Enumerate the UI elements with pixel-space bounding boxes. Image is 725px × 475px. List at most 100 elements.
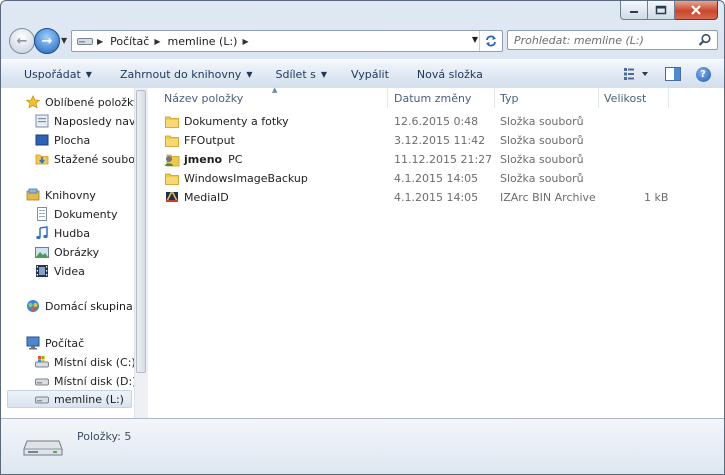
search-box[interactable] bbox=[507, 30, 718, 50]
file-row[interactable]: WindowsImageBackup 4.1.2015 14:05 Složka… bbox=[148, 169, 724, 187]
sidebar-item-label: Naposledy navští bbox=[54, 114, 134, 128]
sidebar-item-drive-c[interactable]: Místní disk (C:) bbox=[34, 353, 134, 371]
izarc-archive-icon bbox=[164, 189, 180, 205]
address-history-dropdown[interactable]: ▼ bbox=[472, 35, 478, 44]
share-label: Sdílet s bbox=[275, 67, 316, 81]
folder-icon bbox=[164, 132, 180, 148]
file-type: Složka souborů bbox=[500, 152, 584, 166]
command-bar: Uspořádat ▼ Zahrnout do knihovny ▼ Sdílet … bbox=[1, 59, 724, 89]
navigation-scrollbar[interactable] bbox=[134, 88, 148, 418]
file-row[interactable]: jmeno PC 11.12.2015 21:27 Složka souborů bbox=[148, 150, 724, 168]
sidebar-item-label: Stažené soubory bbox=[54, 152, 134, 166]
sidebar-item-memline[interactable]: memline (L:) bbox=[7, 390, 132, 408]
file-name-cell: jmeno PC bbox=[164, 150, 242, 168]
refresh-button[interactable] bbox=[479, 31, 502, 51]
sidebar-item-label: Obrázky bbox=[54, 245, 100, 259]
share-with-button[interactable]: Sdílet s ▼ bbox=[269, 63, 333, 85]
include-in-library-button[interactable]: Zahrnout do knihovny ▼ bbox=[114, 63, 259, 85]
file-date: 11.12.2015 21:27 bbox=[394, 152, 493, 166]
drive-large-icon bbox=[23, 440, 63, 456]
address-bar[interactable]: ▶ Počítač ▶ memline (L:) ▶ ▼ bbox=[71, 30, 503, 52]
sidebar-computer-label: Počítač bbox=[45, 336, 85, 350]
sidebar-item-pictures[interactable]: Obrázky bbox=[34, 243, 99, 261]
new-folder-button[interactable]: Nová složka bbox=[411, 63, 489, 85]
sidebar-computer[interactable]: Počítač bbox=[25, 334, 84, 352]
sidebar-item-music[interactable]: Hudba bbox=[34, 224, 90, 242]
preview-pane-icon bbox=[665, 67, 681, 81]
sidebar-favorites[interactable]: Oblíbené položky bbox=[25, 93, 134, 111]
file-name: PC bbox=[228, 152, 243, 166]
chevron-down-icon: ▼ bbox=[246, 69, 253, 79]
column-header-type[interactable]: Typ bbox=[495, 88, 599, 108]
burn-button[interactable]: Vypálit bbox=[345, 63, 395, 85]
minimize-button[interactable] bbox=[620, 1, 648, 20]
chevron-right-icon[interactable]: ▶ bbox=[95, 37, 107, 46]
file-row[interactable]: MediaID 4.1.2015 14:05 IZArc BIN Archive… bbox=[148, 188, 724, 206]
pictures-icon bbox=[34, 244, 50, 260]
file-date: 4.1.2015 14:05 bbox=[394, 190, 479, 204]
breadcrumb-memline[interactable]: memline (L:) bbox=[165, 31, 241, 51]
file-row[interactable]: FFOutput 3.12.2015 11:42 Složka souborů bbox=[148, 131, 724, 149]
folder-icon bbox=[164, 113, 180, 129]
sidebar-item-documents[interactable]: Dokumenty bbox=[34, 205, 117, 223]
search-input[interactable] bbox=[508, 31, 694, 49]
sidebar-item-downloads[interactable]: Stažené soubory bbox=[34, 150, 134, 168]
sidebar-libraries[interactable]: Knihovny bbox=[25, 186, 96, 204]
organize-button[interactable]: Uspořádat ▼ bbox=[18, 63, 98, 85]
file-name: MediaID bbox=[184, 190, 229, 204]
sidebar-libraries-label: Knihovny bbox=[45, 188, 96, 202]
sidebar-item-drive-d[interactable]: Místní disk (D:) bbox=[34, 372, 134, 390]
refresh-icon bbox=[486, 35, 496, 47]
burn-label: Vypálit bbox=[351, 67, 389, 81]
sidebar-homegroup[interactable]: Domácí skupina bbox=[25, 297, 133, 315]
file-name: FFOutput bbox=[184, 133, 235, 147]
recent-pages-dropdown[interactable]: ▼ bbox=[61, 36, 67, 45]
drive-icon bbox=[34, 391, 50, 407]
sidebar-item-videos[interactable]: Videa bbox=[34, 262, 85, 280]
maximize-button[interactable] bbox=[648, 1, 675, 20]
preview-pane-button[interactable] bbox=[662, 63, 684, 85]
sidebar-item-label: Hudba bbox=[54, 226, 90, 240]
navigation-pane: Oblíbené položky Naposledy navští Plocha… bbox=[1, 88, 134, 418]
videos-icon bbox=[34, 263, 50, 279]
back-button[interactable]: ← bbox=[9, 28, 35, 54]
file-date: 3.12.2015 11:42 bbox=[394, 133, 486, 147]
libraries-icon bbox=[25, 187, 41, 203]
close-button[interactable] bbox=[675, 1, 718, 20]
file-name-bold: jmeno bbox=[184, 152, 223, 166]
user-folder-icon bbox=[164, 151, 180, 167]
search-icon bbox=[698, 33, 711, 46]
desktop-icon bbox=[34, 132, 50, 148]
file-name-cell: MediaID bbox=[164, 188, 229, 206]
star-icon bbox=[25, 94, 41, 110]
column-header-size[interactable]: Velikost bbox=[599, 88, 669, 108]
sidebar-item-label: Videa bbox=[54, 264, 85, 278]
sidebar-item-label: Dokumenty bbox=[54, 207, 118, 221]
homegroup-icon bbox=[25, 298, 41, 314]
sidebar-item-recent[interactable]: Naposledy navští bbox=[34, 112, 134, 130]
chevron-right-icon[interactable]: ▶ bbox=[240, 37, 252, 46]
file-type: Složka souborů bbox=[500, 171, 584, 185]
content-area: Oblíbené položky Naposledy navští Plocha… bbox=[1, 86, 724, 418]
scrollbar-thumb[interactable] bbox=[136, 90, 146, 373]
column-header-name[interactable]: Název položky bbox=[159, 88, 388, 108]
help-button[interactable]: ? bbox=[692, 63, 714, 85]
change-view-button[interactable] bbox=[620, 63, 654, 85]
system-drive-icon bbox=[34, 354, 50, 370]
sidebar-item-desktop[interactable]: Plocha bbox=[34, 131, 90, 149]
forward-button[interactable]: → bbox=[34, 28, 60, 54]
new-folder-label: Nová složka bbox=[416, 67, 483, 81]
computer-icon bbox=[25, 335, 41, 351]
view-options-icon bbox=[624, 68, 648, 80]
column-headers: ▲ Název položky Datum změny Typ Velikost bbox=[148, 86, 724, 108]
sidebar-item-label: Místní disk (D:) bbox=[54, 374, 134, 388]
close-icon bbox=[691, 5, 701, 15]
sidebar-homegroup-label: Domácí skupina bbox=[45, 299, 133, 313]
file-size: 1 kB bbox=[644, 190, 669, 204]
file-row[interactable]: Dokumenty a fotky 12.6.2015 0:48 Složka … bbox=[148, 112, 724, 130]
item-count: Položky: 5 bbox=[77, 430, 132, 443]
column-header-date[interactable]: Datum změny bbox=[389, 88, 495, 108]
chevron-right-icon[interactable]: ▶ bbox=[152, 37, 164, 46]
sidebar-item-label: Místní disk (C:) bbox=[54, 355, 134, 369]
breadcrumb-computer[interactable]: Počítač bbox=[107, 31, 152, 51]
